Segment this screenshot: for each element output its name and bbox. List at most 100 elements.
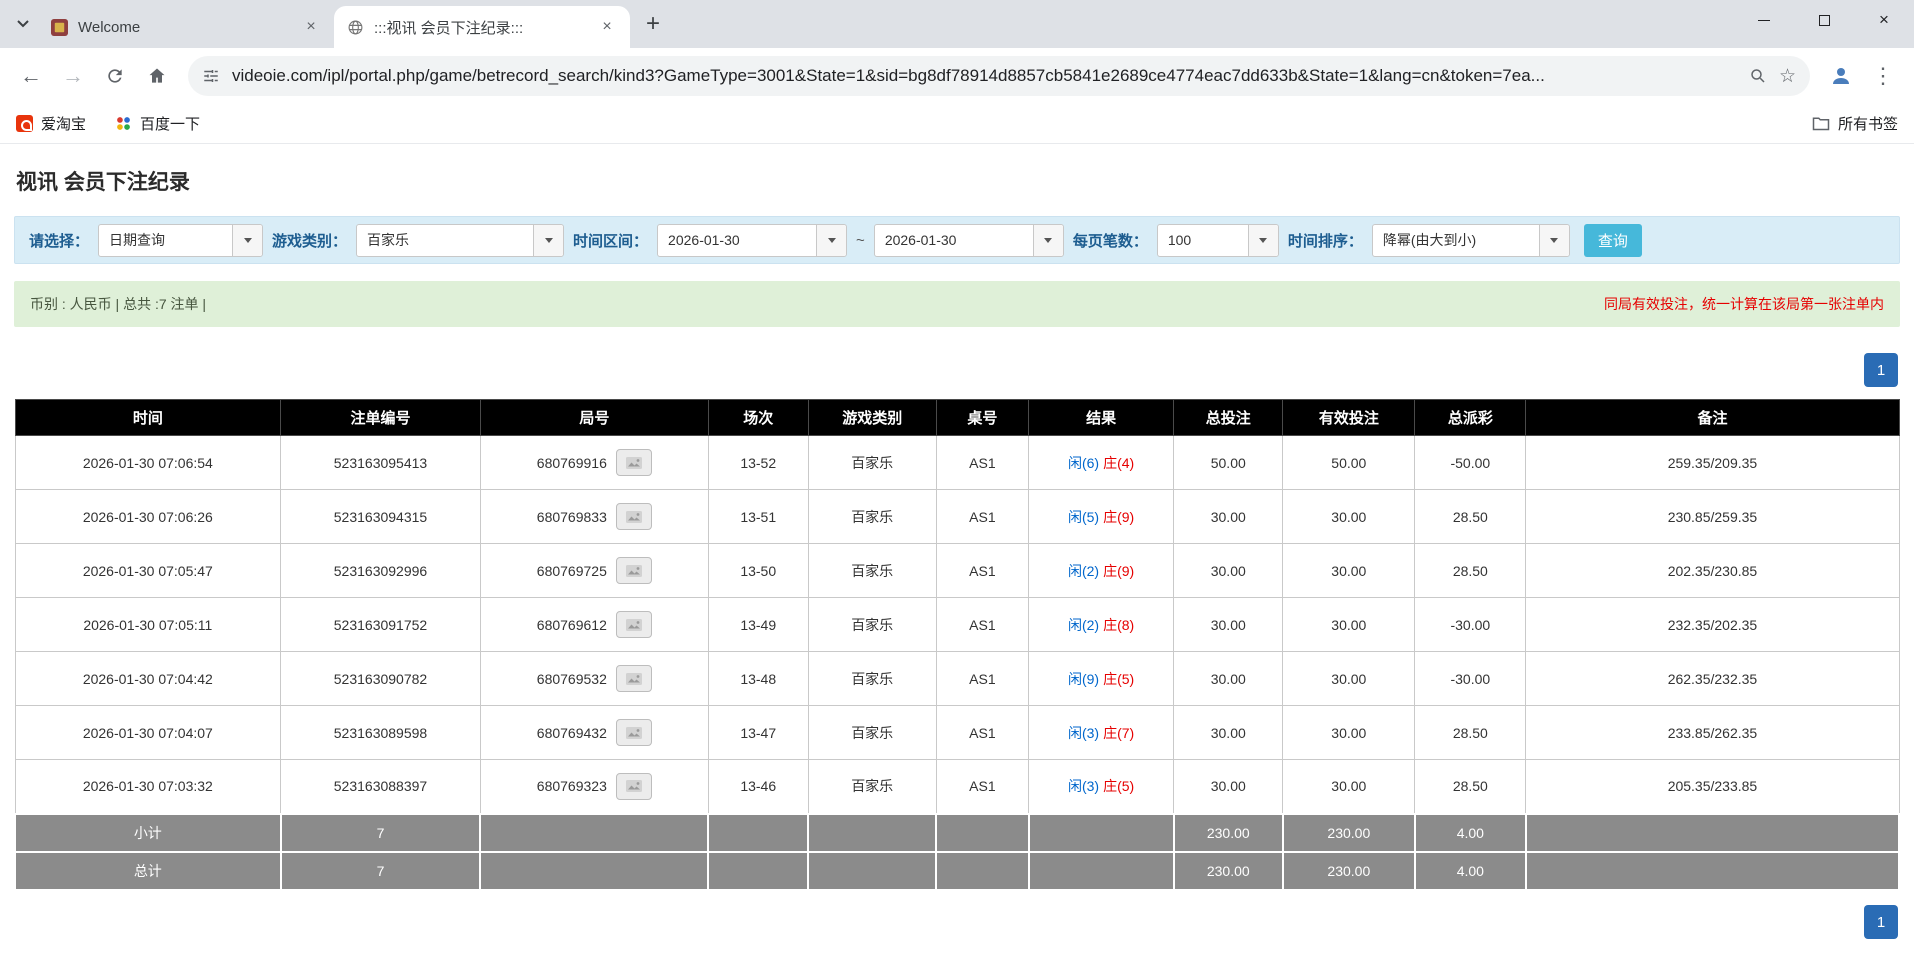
round-number: 680769833 [537, 509, 607, 525]
site-info-icon[interactable] [202, 67, 220, 85]
cell-result: 闲(2)庄(9) [1029, 544, 1174, 598]
cell-time: 2026-01-30 07:06:26 [15, 490, 281, 544]
refresh-button[interactable] [96, 57, 134, 95]
query-type-select[interactable]: 日期查询 [98, 224, 263, 257]
result-player: 闲(2) [1068, 617, 1099, 633]
video-replay-button[interactable] [616, 665, 652, 692]
menu-kebab-icon[interactable]: ⋮ [1864, 57, 1902, 95]
page-content: 视讯 会员下注纪录 请选择： 日期查询 游戏类别： 百家乐 时间区间： 2026… [0, 144, 1914, 953]
window-controls: × [1734, 0, 1914, 40]
col-header-table-no: 桌号 [936, 400, 1028, 436]
result-banker: 庄(4) [1103, 455, 1134, 471]
cell-note: 232.35/202.35 [1526, 598, 1899, 652]
table-row: 2026-01-30 07:06:54 523163095413 6807699… [15, 436, 1899, 490]
cell-bet-id: 523163088397 [281, 760, 481, 814]
zoom-icon[interactable] [1749, 67, 1767, 85]
col-header-time: 时间 [15, 400, 281, 436]
time-range-label: 时间区间： [573, 230, 648, 251]
cell-note: 202.35/230.85 [1526, 544, 1899, 598]
cell-payout: 28.50 [1415, 760, 1526, 814]
page-size-label: 每页笔数： [1073, 230, 1148, 251]
cell-table-no: AS1 [936, 652, 1028, 706]
cell-result: 闲(6)庄(4) [1029, 436, 1174, 490]
cell-game-type: 百家乐 [808, 490, 936, 544]
cell-round: 680769432 [480, 706, 708, 760]
tab-bet-records[interactable]: :::视讯 会员下注纪录::: × [334, 6, 630, 48]
result-banker: 庄(9) [1103, 563, 1134, 579]
total-row: 总计 7 230.00 230.00 4.00 [15, 852, 1899, 890]
table-row: 2026-01-30 07:06:26 523163094315 6807698… [15, 490, 1899, 544]
bookmark-aitaobao[interactable]: 爱淘宝 [16, 113, 86, 134]
cell-total-bet: 30.00 [1174, 652, 1283, 706]
forward-button[interactable]: → [54, 57, 92, 95]
chevron-down-icon[interactable] [1248, 225, 1278, 256]
cell-total-bet: 50.00 [1174, 436, 1283, 490]
table-header-row: 时间 注单编号 局号 场次 游戏类别 桌号 结果 总投注 有效投注 总派彩 备注 [15, 400, 1899, 436]
game-type-select[interactable]: 百家乐 [356, 224, 564, 257]
video-replay-button[interactable] [616, 719, 652, 746]
bookmark-baidu[interactable]: 百度一下 [114, 113, 200, 134]
cell-session: 13-50 [708, 544, 808, 598]
cell-note: 233.85/262.35 [1526, 706, 1899, 760]
cell-round: 680769833 [480, 490, 708, 544]
tab-close-icon[interactable]: × [596, 16, 618, 38]
chevron-down-icon[interactable] [1033, 225, 1063, 256]
result-player: 闲(9) [1068, 671, 1099, 687]
date-from-select[interactable]: 2026-01-30 [657, 224, 847, 257]
game-type-label: 游戏类别： [272, 230, 347, 251]
video-replay-button[interactable] [616, 773, 652, 800]
tab-close-icon[interactable]: × [300, 16, 322, 38]
page-size-select[interactable]: 100 [1157, 224, 1279, 257]
cell-table-no: AS1 [936, 490, 1028, 544]
minimize-button[interactable] [1734, 0, 1794, 40]
tab-search-chevron-icon[interactable] [8, 9, 38, 39]
chevron-down-icon[interactable] [1539, 225, 1569, 256]
total-count: 7 [281, 852, 481, 890]
cell-table-no: AS1 [936, 436, 1028, 490]
navigation-bar: ← → videoie.com/ipl/portal.php/game/betr… [0, 48, 1914, 104]
video-replay-button[interactable] [616, 449, 652, 476]
cell-result: 闲(3)庄(7) [1029, 706, 1174, 760]
back-button[interactable]: ← [12, 57, 50, 95]
all-bookmarks-button[interactable]: 所有书签 [1812, 113, 1898, 134]
cell-total-bet: 30.00 [1174, 544, 1283, 598]
col-header-valid-bet: 有效投注 [1283, 400, 1415, 436]
video-replay-button[interactable] [616, 611, 652, 638]
address-bar[interactable]: videoie.com/ipl/portal.php/game/betrecor… [188, 56, 1810, 96]
replay-image-icon [626, 619, 642, 631]
col-header-note: 备注 [1526, 400, 1899, 436]
chevron-down-icon[interactable] [232, 225, 262, 256]
subtotal-row: 小计 7 230.00 230.00 4.00 [15, 814, 1899, 852]
video-replay-button[interactable] [616, 557, 652, 584]
cell-time: 2026-01-30 07:06:54 [15, 436, 281, 490]
round-number: 680769725 [537, 563, 607, 579]
chevron-down-icon[interactable] [533, 225, 563, 256]
page-1-button[interactable]: 1 [1864, 353, 1898, 387]
cell-round: 680769323 [480, 760, 708, 814]
profile-icon[interactable] [1822, 57, 1860, 95]
subtotal-count: 7 [281, 814, 481, 852]
tab-welcome[interactable]: Welcome × [38, 6, 334, 48]
sort-order-select[interactable]: 降幂(由大到小) [1372, 224, 1570, 257]
new-tab-button[interactable]: + [636, 7, 670, 41]
taobao-icon [16, 115, 33, 132]
chevron-down-icon[interactable] [816, 225, 846, 256]
page-1-button[interactable]: 1 [1864, 905, 1898, 939]
result-player: 闲(5) [1068, 509, 1099, 525]
cell-time: 2026-01-30 07:03:32 [15, 760, 281, 814]
search-button[interactable]: 查询 [1584, 224, 1642, 257]
date-to-select[interactable]: 2026-01-30 [874, 224, 1064, 257]
col-header-payout: 总派彩 [1415, 400, 1526, 436]
maximize-button[interactable] [1794, 0, 1854, 40]
tab-title: :::视讯 会员下注纪录::: [374, 17, 586, 38]
bookmark-star-icon[interactable]: ☆ [1779, 65, 1796, 88]
cell-round: 680769532 [480, 652, 708, 706]
close-button[interactable]: × [1854, 0, 1914, 40]
cell-time: 2026-01-30 07:04:42 [15, 652, 281, 706]
url-text[interactable]: videoie.com/ipl/portal.php/game/betrecor… [232, 66, 1737, 86]
col-header-total-bet: 总投注 [1174, 400, 1283, 436]
video-replay-button[interactable] [616, 503, 652, 530]
result-banker: 庄(9) [1103, 509, 1134, 525]
home-button[interactable] [138, 57, 176, 95]
cell-game-type: 百家乐 [808, 598, 936, 652]
